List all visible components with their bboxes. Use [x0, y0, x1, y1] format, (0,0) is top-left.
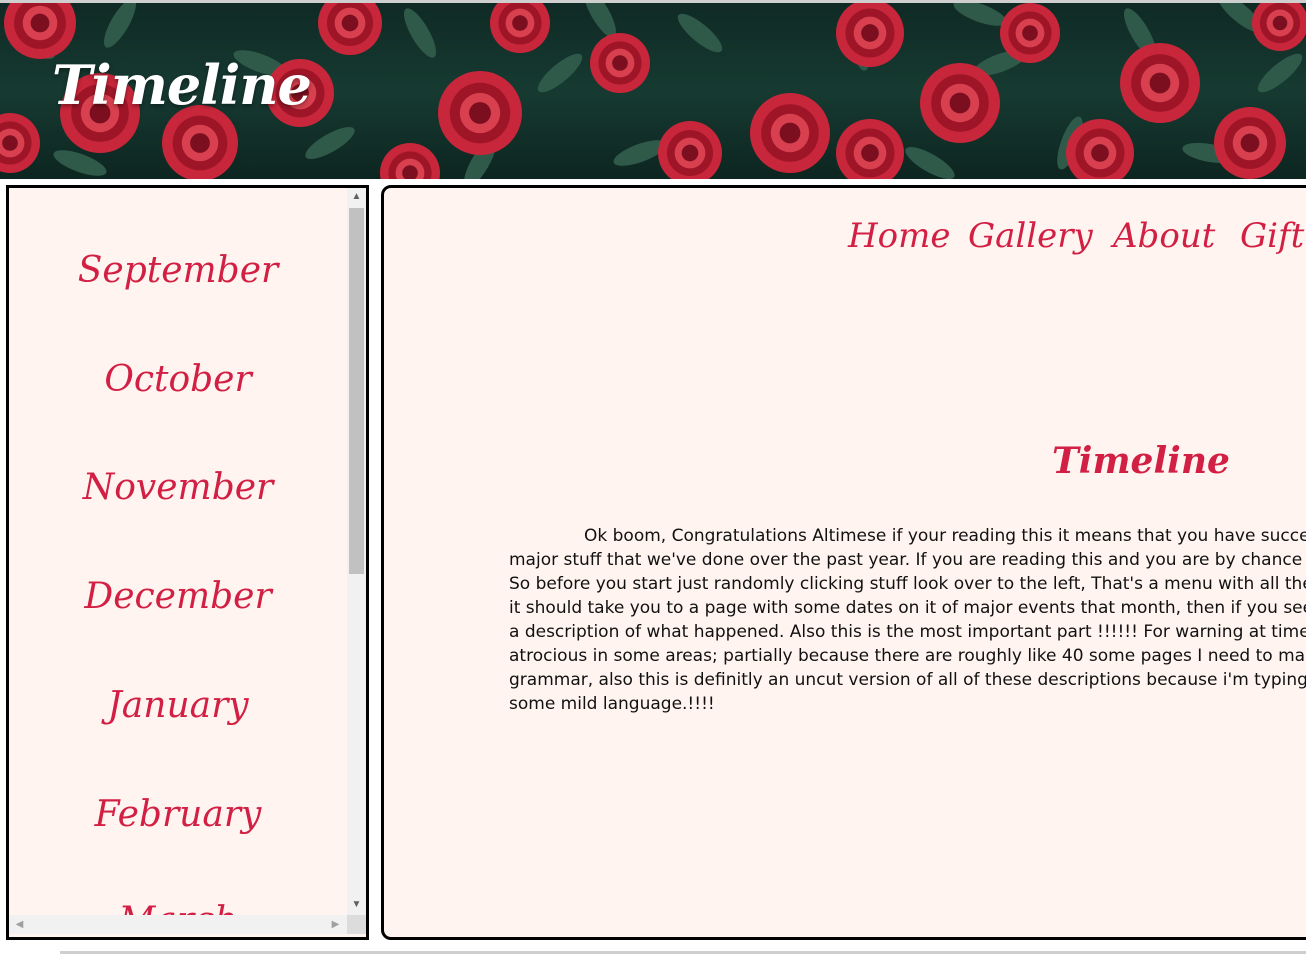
leaf-shape: [953, 3, 1007, 26]
leaf-shape: [103, 3, 137, 48]
leaf-shape: [1257, 53, 1303, 93]
nav-gallery-link[interactable]: Gallery: [968, 216, 1093, 256]
leaf-shape: [537, 53, 583, 93]
month-link-september[interactable]: September: [9, 250, 347, 291]
paragraph-line: some mild language.!!!!: [509, 694, 715, 714]
nav-home-link[interactable]: Home: [848, 216, 950, 256]
rose-shape: [590, 33, 650, 93]
months-sidebar[interactable]: September October November December Janu…: [6, 185, 369, 940]
rose-shape: [0, 113, 40, 173]
header-banner: Timeline: [0, 0, 1306, 179]
rose-shape: [658, 121, 722, 179]
horizontal-scrollbar[interactable]: ◀ ▶: [9, 915, 347, 934]
paragraph-line: atrocious in some areas; partially becau…: [509, 646, 1306, 666]
page: Timeline September October November Dece…: [0, 0, 1306, 954]
month-link-november[interactable]: November: [9, 467, 347, 508]
nav-gift-link[interactable]: Gift: [1240, 216, 1304, 256]
rose-shape: [836, 3, 904, 67]
leaf-shape: [677, 13, 723, 53]
nav-about-link[interactable]: About: [1113, 216, 1215, 256]
paragraph-line: major stuff that we've done over the pas…: [509, 550, 1306, 570]
header-title: Timeline: [52, 53, 312, 117]
paragraph-line: it should take you to a page with some d…: [509, 598, 1306, 618]
month-link-december[interactable]: December: [9, 576, 347, 617]
leaf-shape: [905, 146, 955, 179]
leaf-shape: [305, 126, 355, 160]
rose-shape: [4, 3, 76, 59]
paragraph-line: So before you start just randomly clicki…: [509, 574, 1306, 594]
scroll-up-icon[interactable]: ▲: [347, 188, 366, 205]
scroll-down-icon[interactable]: ▼: [347, 896, 366, 913]
scrollbar-corner: [347, 915, 366, 934]
paragraph-line: Ok boom, Congratulations Altimese if you…: [584, 526, 1306, 546]
scroll-left-icon[interactable]: ◀: [11, 915, 28, 934]
rose-shape: [750, 93, 830, 173]
rose-shape: [490, 3, 550, 53]
rose-shape: [438, 71, 522, 155]
intro-paragraph: Ok boom, Congratulations Altimese if you…: [509, 524, 1306, 716]
rose-shape: [380, 143, 440, 179]
page-title: Timeline: [1052, 440, 1230, 482]
rose-shape: [1000, 3, 1060, 63]
rose-shape: [1214, 107, 1286, 179]
scroll-right-icon[interactable]: ▶: [327, 915, 344, 934]
main-panel: Home Gallery About Gift Timeline Ok boom…: [381, 185, 1306, 940]
paragraph-line: a description of what happened. Also thi…: [509, 622, 1306, 642]
leaf-shape: [403, 8, 437, 58]
paragraph-line: grammar, also this is definitly an uncut…: [509, 670, 1306, 690]
month-link-january[interactable]: January: [9, 685, 347, 726]
vertical-scroll-thumb[interactable]: [349, 208, 364, 574]
vertical-scrollbar[interactable]: ▲ ▼: [347, 188, 366, 915]
rose-shape: [836, 119, 904, 179]
month-link-february[interactable]: February: [9, 794, 347, 835]
rose-shape: [920, 63, 1000, 143]
month-link-october[interactable]: October: [9, 359, 347, 400]
rose-shape: [1120, 43, 1200, 123]
rose-shape: [318, 3, 382, 55]
rose-shape: [1252, 3, 1306, 51]
